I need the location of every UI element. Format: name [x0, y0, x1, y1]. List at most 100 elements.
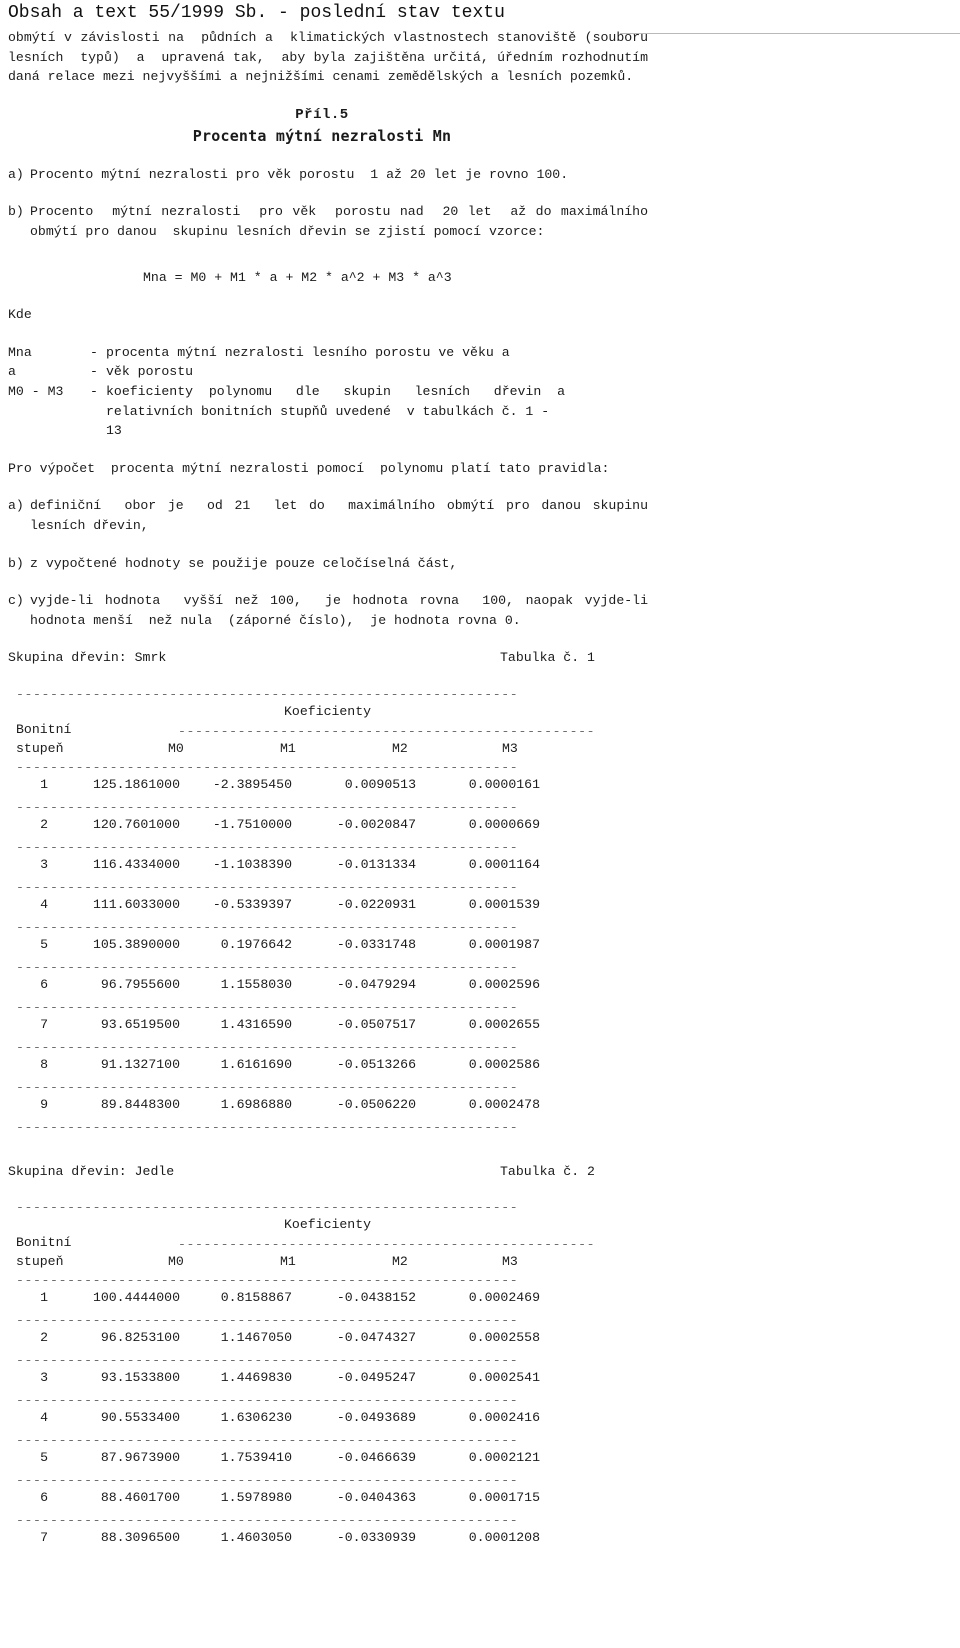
list-marker: a): [8, 498, 24, 514]
cell-stupen: 7: [40, 1530, 48, 1546]
cell-m0: 116.4334000: [92, 856, 180, 872]
list-marker: a): [8, 166, 24, 182]
document-content: obmýtí v závislosti na půdních a klimati…: [8, 28, 648, 1552]
header-divider: [620, 33, 960, 34]
cell-m2: -0.0474327: [336, 1330, 416, 1346]
table-caption: Skupina dřevin: Jedle Tabulka č. 2: [8, 1162, 648, 1182]
definition-row: a - věk porostu: [8, 362, 648, 382]
cell-m3: 0.0000669: [468, 816, 540, 832]
cell-m3: 0.0002541: [468, 1370, 540, 1386]
list-text: vyjde-li hodnota vyšší než 100, je hodno…: [30, 593, 664, 628]
table-row: 8 91.1327100 1.6161690 -0.0513266 0.0002…: [8, 1056, 648, 1079]
cell-m2: -0.0507517: [336, 1016, 416, 1032]
cell-m1: 1.6306230: [220, 1410, 292, 1426]
cell-stupen: 2: [40, 1330, 48, 1346]
table-rule: ----------------------------------------…: [16, 1119, 519, 1135]
definition-dash: -: [90, 364, 98, 380]
cell-m1: -2.3895450: [212, 776, 292, 792]
definition-continuation: relativních bonitních stupňů uvedené v t…: [106, 403, 550, 419]
table-number-label: Tabulka č. 1: [500, 650, 595, 666]
definition-description: věk porostu: [106, 364, 194, 380]
cell-m3: 0.0002478: [468, 1096, 540, 1112]
cell-m2: -0.0506220: [336, 1096, 416, 1112]
cell-m0: 96.8253100: [100, 1330, 180, 1346]
cell-stupen: 3: [40, 856, 48, 872]
cell-stupen: 4: [40, 1410, 48, 1426]
cell-m2: -0.0131334: [336, 856, 416, 872]
formula-mna: Mna = M0 + M1 * a + M2 * a^2 + M3 * a^3: [143, 269, 452, 285]
definition-row: M0 - M3 - koeficienty polynomu dle skupi…: [8, 382, 648, 402]
table-rule: ----------------------------------------…: [16, 839, 519, 855]
list-text: Procento mýtní nezralosti pro věk porost…: [30, 204, 664, 239]
cell-m3: 0.0001987: [468, 936, 540, 952]
definition-term: Mna: [8, 344, 32, 360]
coefficients-table: ----------------------------------------…: [8, 1199, 648, 1552]
cell-m0: 100.4444000: [92, 1290, 180, 1306]
column-header-m0: M0: [168, 740, 184, 756]
cell-stupen: 1: [40, 1290, 48, 1306]
table-header-koeficienty: Koeficienty: [284, 1217, 372, 1233]
document-title: Obsah a text 55/1999 Sb. - poslední stav…: [8, 3, 505, 23]
cell-m1: 1.1467050: [220, 1330, 292, 1346]
cell-m0: 105.3890000: [92, 936, 180, 952]
table-caption: Skupina dřevin: Smrk Tabulka č. 1: [8, 648, 648, 668]
table-rule: ----------------------------------------…: [16, 759, 519, 775]
cell-m1: 1.6161690: [220, 1056, 292, 1072]
table-row: 4 90.5533400 1.6306230 -0.0493689 0.0002…: [8, 1409, 648, 1432]
column-header-m3: M3: [502, 1254, 518, 1270]
cell-m2: -0.0020847: [336, 816, 416, 832]
cell-m0: 89.8448300: [100, 1096, 180, 1112]
cell-m3: 0.0002469: [468, 1290, 540, 1306]
definition-description: procenta mýtní nezralosti lesního porost…: [106, 344, 510, 360]
table-row: 3 116.4334000 -1.1038390 -0.0131334 0.00…: [8, 856, 648, 879]
cell-m1: 1.4316590: [220, 1016, 292, 1032]
cell-m1: 1.1558030: [220, 976, 292, 992]
list-text: definiční obor je od 21 let do maximální…: [30, 498, 656, 533]
definition-continuation: 13: [106, 423, 122, 439]
cell-stupen: 5: [40, 936, 48, 952]
table-row: 6 96.7955600 1.1558030 -0.0479294 0.0002…: [8, 976, 648, 999]
list-item: a) Procento mýtní nezralosti pro věk por…: [8, 165, 648, 185]
table-rule: ----------------------------------------…: [16, 879, 519, 895]
column-header-m1: M1: [280, 1254, 296, 1270]
table-rule: ----------------------------------------…: [16, 1200, 519, 1216]
table-row: 1 125.1861000 -2.3895450 0.0090513 0.000…: [8, 776, 648, 799]
cell-m3: 0.0002558: [468, 1330, 540, 1346]
cell-m3: 0.0001164: [468, 856, 540, 872]
cell-m3: 0.0002416: [468, 1410, 540, 1426]
cell-stupen: 2: [40, 816, 48, 832]
table-rule: ----------------------------------------…: [16, 959, 519, 975]
definition-term: M0 - M3: [8, 383, 64, 399]
table-row: 1 100.4444000 0.8158867 -0.0438152 0.000…: [8, 1289, 648, 1312]
table-rule: ----------------------------------------…: [16, 1313, 519, 1329]
table-number-label: Tabulka č. 2: [500, 1163, 595, 1179]
cell-m2: -0.0220931: [336, 896, 416, 912]
cell-stupen: 8: [40, 1056, 48, 1072]
cell-stupen: 1: [40, 776, 48, 792]
definition-description: koeficienty polynomu dle skupin lesních …: [106, 383, 565, 399]
cell-m0: 88.3096500: [100, 1530, 180, 1546]
definition-dash: -: [90, 344, 98, 360]
cell-m1: 1.6986880: [220, 1096, 292, 1112]
table-rule: ----------------------------------------…: [16, 1513, 519, 1529]
cell-m3: 0.0002586: [468, 1056, 540, 1072]
column-header-m0: M0: [168, 1254, 184, 1270]
cell-m3: 0.0002655: [468, 1016, 540, 1032]
where-label: Kde: [8, 307, 32, 323]
definition-term: a: [8, 364, 16, 380]
cell-m1: 0.8158867: [220, 1290, 292, 1306]
table-column-headers: stupeň M0 M1 M2 M3: [8, 740, 648, 759]
table-rule: ----------------------------------------…: [16, 999, 519, 1015]
cell-m3: 0.0002121: [468, 1450, 540, 1466]
column-header-m2: M2: [392, 1254, 408, 1270]
cell-stupen: 6: [40, 976, 48, 992]
table-rule: ----------------------------------------…: [16, 799, 519, 815]
table-rule: ----------------------------------------…: [16, 1039, 519, 1055]
definition-dash: -: [90, 383, 98, 399]
table-rule: ----------------------------------------…: [16, 1273, 519, 1289]
cell-m1: 1.7539410: [220, 1450, 292, 1466]
cell-m0: 87.9673900: [100, 1450, 180, 1466]
cell-m2: -0.0513266: [336, 1056, 416, 1072]
table-row: 6 88.4601700 1.5978980 -0.0404363 0.0001…: [8, 1489, 648, 1512]
cell-m2: -0.0495247: [336, 1370, 416, 1386]
